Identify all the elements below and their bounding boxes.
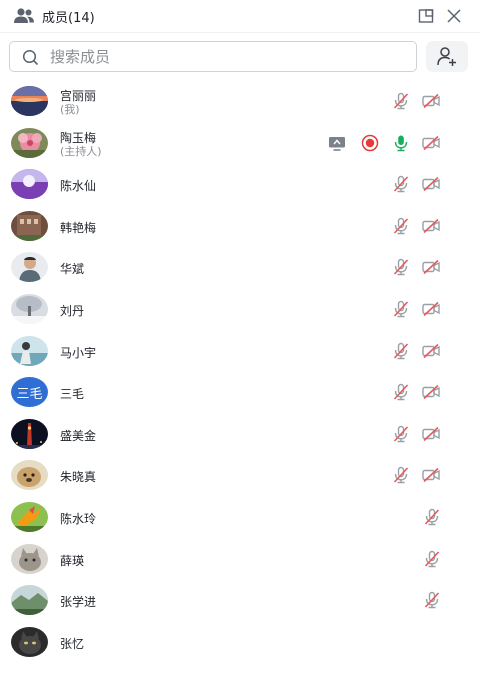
avatar <box>11 543 48 574</box>
member-row[interactable]: 张忆 <box>0 621 480 662</box>
close-icon[interactable] <box>446 8 462 24</box>
member-row[interactable]: 韩艳梅 <box>0 205 480 246</box>
member-name: 张忆 <box>60 636 85 651</box>
mic-muted-icon[interactable] <box>391 257 411 277</box>
member-name: 薛瑛 <box>60 553 85 568</box>
mic-muted-icon[interactable] <box>391 299 411 319</box>
member-name: 刘丹 <box>60 304 85 318</box>
avatar <box>11 335 48 366</box>
member-role: (我) <box>60 103 80 116</box>
camera-off-icon[interactable] <box>421 382 441 402</box>
avatar <box>11 294 48 324</box>
camera-off-icon[interactable] <box>421 465 441 485</box>
screen-share-icon[interactable] <box>327 133 347 153</box>
mic-muted-icon[interactable] <box>391 424 411 444</box>
mic-muted-icon[interactable] <box>391 341 411 361</box>
member-row[interactable]: 宫丽丽 (我) <box>0 80 480 121</box>
avatar <box>11 502 48 532</box>
member-name: 三毛 <box>60 387 85 402</box>
mic-muted-icon[interactable] <box>422 507 442 527</box>
member-name: 盛美金 <box>60 428 97 443</box>
member-role: (主持人) <box>60 144 102 158</box>
member-row[interactable]: 朱晓真 <box>0 454 480 495</box>
member-row[interactable]: 马小宇 <box>0 330 480 371</box>
member-name: 张学进 <box>60 595 97 610</box>
recording-icon[interactable] <box>360 133 380 153</box>
search-input[interactable] <box>50 46 400 68</box>
mic-muted-icon[interactable] <box>391 216 411 236</box>
camera-off-icon[interactable] <box>421 174 441 194</box>
member-row[interactable]: 华斌 <box>0 246 480 287</box>
avatar <box>11 626 48 657</box>
avatar <box>11 460 48 491</box>
mic-muted-icon[interactable] <box>391 91 411 111</box>
avatar <box>11 127 48 158</box>
add-user-icon <box>437 47 456 66</box>
invite-member-button[interactable] <box>426 41 468 72</box>
member-row[interactable]: 刘丹 <box>0 288 480 329</box>
member-row[interactable]: 张学进 <box>0 579 480 620</box>
camera-off-icon[interactable] <box>421 91 441 111</box>
member-row[interactable]: 三毛 三毛 <box>0 371 480 412</box>
panel-header: 成员(14) <box>0 0 480 33</box>
member-name: 华斌 <box>60 262 85 277</box>
avatar: 三毛 <box>11 377 48 408</box>
member-name: 陈水仙 <box>60 179 97 194</box>
search-box[interactable] <box>9 41 417 72</box>
member-row[interactable]: 陈水玲 <box>0 496 480 537</box>
member-name: 朱晓真 <box>60 470 97 485</box>
panel-title: 成员(14) <box>42 11 95 26</box>
camera-off-icon[interactable] <box>421 299 441 319</box>
member-name: 马小宇 <box>60 345 97 360</box>
mic-muted-icon[interactable] <box>391 465 411 485</box>
camera-off-icon[interactable] <box>421 133 441 153</box>
camera-off-icon[interactable] <box>421 257 441 277</box>
member-row[interactable]: 薛瑛 <box>0 538 480 579</box>
avatar <box>11 585 48 616</box>
camera-off-icon[interactable] <box>421 216 441 236</box>
avatar <box>11 86 48 116</box>
members-icon <box>14 8 34 23</box>
member-row[interactable]: 盛美金 <box>0 413 480 454</box>
avatar <box>11 252 48 283</box>
popout-window-icon[interactable] <box>418 8 434 24</box>
mic-muted-icon[interactable] <box>422 549 442 569</box>
member-name: 韩艳梅 <box>60 220 97 235</box>
camera-off-icon[interactable] <box>421 424 441 444</box>
member-name: 陈水玲 <box>60 512 97 526</box>
mic-muted-icon[interactable] <box>391 174 411 194</box>
avatar <box>11 169 48 200</box>
search-icon <box>22 49 39 66</box>
mic-muted-icon[interactable] <box>422 590 442 610</box>
member-row[interactable]: 陈水仙 <box>0 163 480 204</box>
camera-off-icon[interactable] <box>421 341 441 361</box>
avatar <box>11 210 48 241</box>
member-row[interactable]: 陶玉梅 (主持人) <box>0 122 480 163</box>
mic-on-icon[interactable] <box>391 133 411 153</box>
avatar <box>11 418 48 449</box>
mic-muted-icon[interactable] <box>391 382 411 402</box>
